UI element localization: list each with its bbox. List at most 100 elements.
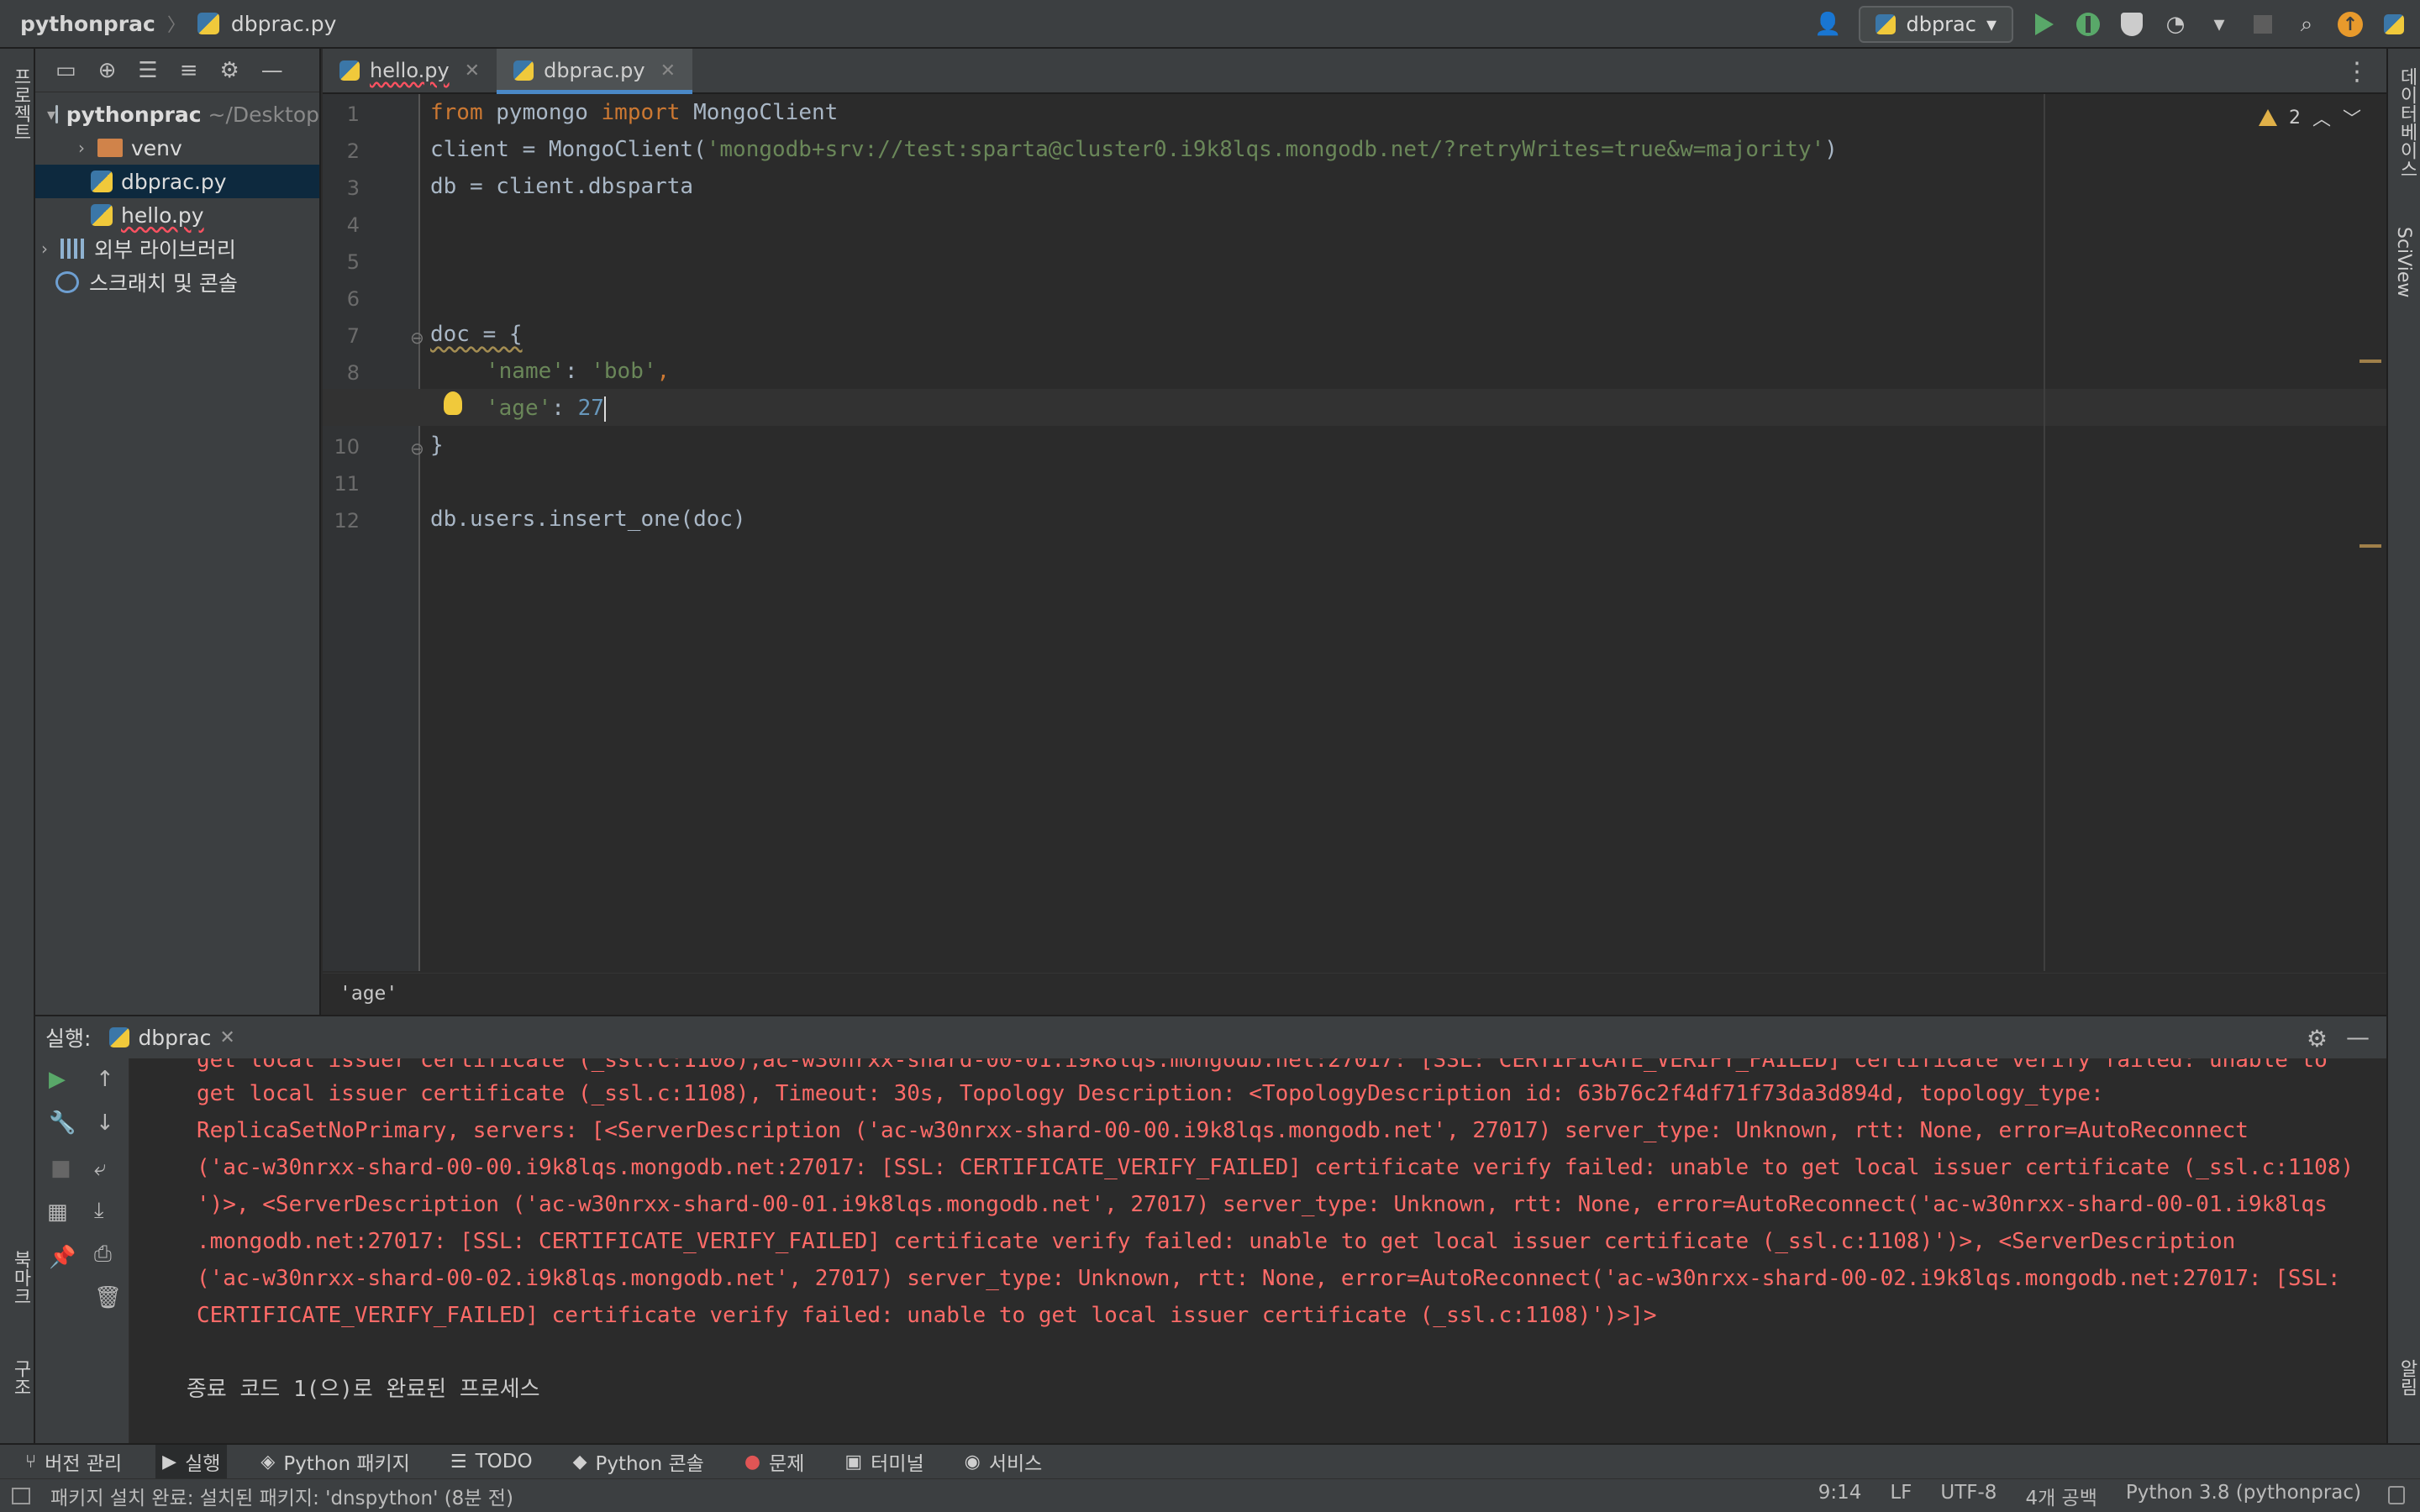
- play-icon: [2035, 13, 2054, 35]
- chevron-up-icon[interactable]: ︿: [2312, 104, 2331, 131]
- minimize-icon[interactable]: —: [261, 58, 283, 83]
- close-icon[interactable]: ✕: [660, 60, 676, 81]
- console-line: .mongodb.net:27017: [SSL: CERTIFICATE_VE…: [197, 1229, 2236, 1254]
- more-vertical-icon[interactable]: ⋮: [2344, 57, 2370, 87]
- code-editor[interactable]: 1 2 3 4 5 6 7 8 9 10 11 12 ⊖ ⊖ from pymo…: [323, 94, 2386, 971]
- status-message[interactable]: 패키지 설치 완료: 설치된 패키지: 'dnspython' (8분 전): [0, 1482, 513, 1510]
- tree-item-venv[interactable]: › venv: [35, 131, 319, 165]
- breadcrumb-project[interactable]: pythonprac: [20, 12, 155, 36]
- token: ): [1824, 137, 1838, 162]
- sciview-tool-button[interactable]: SciView: [2393, 227, 2414, 297]
- locate-icon[interactable]: ⊕: [98, 58, 117, 83]
- debug-button[interactable]: [2075, 12, 2101, 37]
- run-config-label: dbprac: [1906, 13, 1976, 36]
- more-run-options-icon[interactable]: ▾: [2207, 12, 2232, 37]
- gear-icon[interactable]: ⚙: [2307, 1025, 2328, 1053]
- update-button[interactable]: ↑: [2338, 12, 2363, 37]
- interpreter[interactable]: Python 3.8 (pythonprac): [2126, 1482, 2361, 1510]
- tree-item-label: dbprac.py: [121, 169, 227, 194]
- fold-icon[interactable]: ⊖: [410, 328, 424, 348]
- line-number: 12: [334, 509, 360, 533]
- soft-wrap-icon[interactable]: ⤶: [94, 1156, 107, 1182]
- breadcrumb-file[interactable]: dbprac.py: [231, 12, 337, 36]
- token: 'mongodb+srv://test:sparta@cluster0.i9k8…: [706, 137, 1825, 162]
- trash-icon[interactable]: 🗑: [94, 1285, 122, 1310]
- stop-icon[interactable]: ■: [50, 1156, 71, 1181]
- caret-position[interactable]: 9:14: [1818, 1482, 1862, 1510]
- tool-window-python-packages[interactable]: ◈ Python 패키지: [254, 1445, 416, 1478]
- tool-window-version-control[interactable]: ⑂ 버전 관리: [18, 1445, 129, 1478]
- run-config-select[interactable]: dbprac ▾: [1859, 6, 2013, 43]
- tool-window-terminal[interactable]: ▣ 터미널: [838, 1445, 930, 1478]
- arrow-up-icon[interactable]: ↑: [96, 1067, 114, 1092]
- scratch-icon: [55, 271, 79, 293]
- status-bar: 패키지 설치 완료: 설치된 패키지: 'dnspython' (8분 전) 9…: [0, 1478, 2420, 1512]
- tool-window-label: Python 콘솔: [595, 1453, 704, 1475]
- token: client = MongoClient(: [430, 137, 707, 162]
- tree-root-name: pythonprac: [66, 102, 202, 127]
- scroll-marker[interactable]: [2360, 544, 2381, 548]
- run-panel-label: 실행:: [45, 1026, 92, 1051]
- toggle-tool-windows-icon[interactable]: [12, 1488, 30, 1504]
- jetbrains-logo-icon[interactable]: [2381, 12, 2407, 37]
- run-tab[interactable]: dbprac ✕: [109, 1026, 235, 1050]
- tree-item-scratches[interactable]: 스크래치 및 콘솔: [35, 265, 319, 299]
- rerun-icon[interactable]: ▶: [49, 1067, 66, 1092]
- run-tool-window: 실행: dbprac ✕ ⚙ — ▶ ↑ 🔧 ↓ ■ ⤶ ⤓ ▦ ⎙ 📌 🗑 g…: [35, 1015, 2386, 1445]
- bookmarks-tool-button[interactable]: 북마크: [7, 1250, 34, 1305]
- line-separator[interactable]: LF: [1890, 1482, 1912, 1510]
- python-file-icon: [513, 60, 534, 81]
- indent-setting[interactable]: 4개 공백: [2025, 1482, 2096, 1510]
- stop-icon: [2254, 15, 2272, 34]
- notifications-tool-button[interactable]: 알림: [2393, 1359, 2420, 1396]
- fold-icon[interactable]: ⊖: [410, 438, 424, 459]
- print-icon[interactable]: ⎙: [94, 1242, 112, 1268]
- tab-dbprac[interactable]: dbprac.py ✕: [497, 49, 693, 94]
- editor-breadcrumb[interactable]: 'age': [323, 973, 2386, 1013]
- lock-icon[interactable]: [2388, 1486, 2405, 1504]
- arrow-up-icon: ↑: [2338, 12, 2363, 37]
- close-icon[interactable]: ✕: [465, 60, 480, 81]
- scroll-to-end-icon[interactable]: ⤓: [94, 1198, 104, 1224]
- arrow-down-icon[interactable]: ↓: [96, 1110, 114, 1136]
- chevron-down-icon: ▾: [1986, 13, 1996, 36]
- search-icon[interactable]: ⌕: [2294, 12, 2319, 37]
- token: ,: [656, 359, 671, 384]
- user-icon[interactable]: 👤: [1814, 12, 1841, 37]
- run-button[interactable]: [2032, 12, 2057, 37]
- tool-window-run[interactable]: ▶ 실행: [155, 1445, 228, 1478]
- minimize-icon[interactable]: —: [2346, 1023, 2370, 1051]
- profile-button[interactable]: ◔: [2163, 12, 2188, 37]
- tool-window-services[interactable]: ◉ 서비스: [958, 1445, 1050, 1478]
- expand-all-icon[interactable]: ☰: [138, 58, 157, 83]
- tool-window-todo[interactable]: ☰ TODO: [444, 1445, 539, 1478]
- window-icon[interactable]: ▭: [55, 58, 76, 83]
- wrench-icon[interactable]: 🔧: [49, 1110, 76, 1136]
- tree-item-external-libraries[interactable]: › 외부 라이브러리: [35, 232, 319, 265]
- console-output[interactable]: get local issuer certificate (_ssl.c:110…: [145, 1058, 2386, 1443]
- python-icon: ◆: [572, 1451, 587, 1473]
- collapse-all-icon[interactable]: ≡: [180, 58, 198, 83]
- scroll-marker[interactable]: [2360, 360, 2381, 363]
- database-tool-button[interactable]: 데이터베이스: [2393, 67, 2420, 178]
- project-tool-button[interactable]: 프로젝트: [7, 67, 34, 141]
- pin-icon[interactable]: 📌: [49, 1245, 76, 1270]
- file-encoding[interactable]: UTF-8: [1940, 1482, 1996, 1510]
- structure-tool-button[interactable]: 구조: [7, 1359, 34, 1396]
- tree-item-dbprac[interactable]: dbprac.py: [35, 165, 319, 198]
- inspection-widget[interactable]: 2 ︿ ﹀: [2258, 104, 2361, 131]
- stop-button[interactable]: [2250, 12, 2275, 37]
- code-area[interactable]: from pymongo import MongoClient client =…: [430, 94, 2386, 971]
- layout-icon[interactable]: ▦: [47, 1200, 68, 1225]
- tool-window-python-console[interactable]: ◆ Python 콘솔: [566, 1445, 711, 1478]
- close-icon[interactable]: ✕: [219, 1027, 234, 1048]
- chevron-down-icon[interactable]: ﹀: [2343, 104, 2361, 131]
- coverage-button[interactable]: [2119, 12, 2144, 37]
- tool-window-problems[interactable]: ● 문제: [738, 1445, 812, 1478]
- tree-root[interactable]: ▾ pythonprac ~/Desktop: [35, 97, 319, 131]
- token: :: [551, 396, 578, 421]
- tree-item-hello[interactable]: hello.py: [35, 198, 319, 232]
- tab-hello[interactable]: hello.py ✕: [323, 49, 497, 92]
- token: pymongo: [482, 100, 602, 125]
- gear-icon[interactable]: ⚙: [219, 58, 239, 83]
